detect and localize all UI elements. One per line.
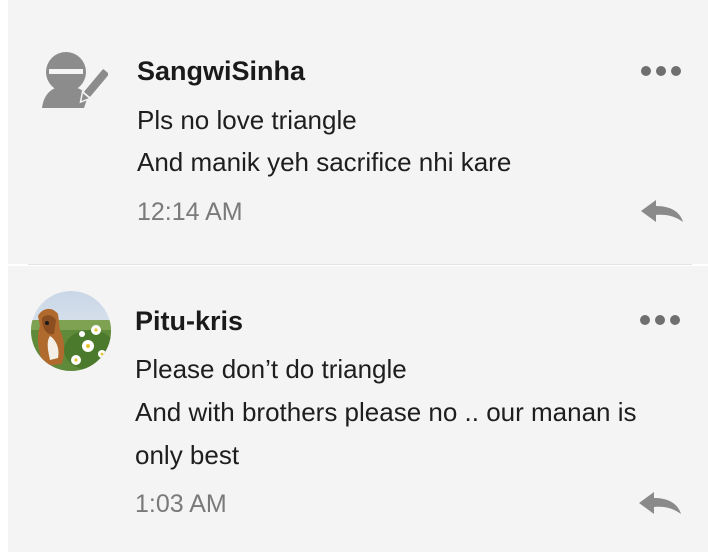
comment-text-line: Pls no love triangle <box>137 105 357 135</box>
reply-button[interactable] <box>638 490 682 521</box>
comment-text-line: only best <box>135 440 240 470</box>
reply-icon <box>641 200 683 222</box>
reply-icon <box>639 492 681 514</box>
comment-text-line: And with brothers please no .. our manan… <box>135 397 637 427</box>
more-options-dot <box>656 66 666 76</box>
comment-card <box>8 0 708 264</box>
more-options-dot <box>671 66 681 76</box>
comment-author[interactable]: SangwiSinha <box>137 56 305 87</box>
comment-author[interactable]: Pitu-kris <box>135 306 243 337</box>
more-options-dot <box>670 315 680 325</box>
more-options-icon <box>640 315 650 325</box>
comment-timestamp: 1:03 AM <box>135 490 227 518</box>
more-options-dot <box>655 315 665 325</box>
avatar[interactable] <box>30 290 112 377</box>
more-options-button[interactable] <box>641 66 681 76</box>
reply-button[interactable] <box>640 198 684 229</box>
more-options-icon <box>641 66 651 76</box>
comment-text-line: And manik yeh sacrifice nhi kare <box>137 147 512 177</box>
avatar[interactable] <box>40 46 111 117</box>
comment-timestamp: 12:14 AM <box>137 198 243 226</box>
default-user-pen-icon <box>42 52 111 108</box>
comment-text-line: Please don’t do triangle <box>135 354 407 384</box>
more-options-button[interactable] <box>640 315 680 325</box>
dog-in-daisies-photo <box>31 291 111 371</box>
comment-divider <box>28 264 692 265</box>
